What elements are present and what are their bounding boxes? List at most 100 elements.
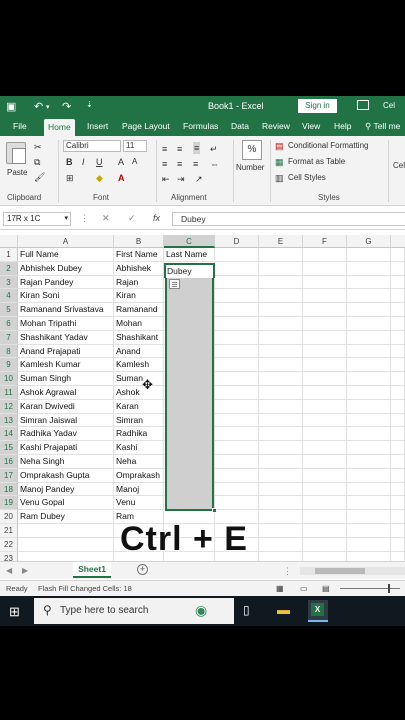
cell-b[interactable]: Anand bbox=[114, 344, 164, 359]
align-right-icon[interactable]: ≡ bbox=[193, 159, 198, 169]
format-as-table-button[interactable]: Format as Table bbox=[288, 157, 345, 166]
cell-h[interactable] bbox=[391, 441, 405, 455]
cell-h[interactable] bbox=[391, 289, 405, 304]
tell-me-search[interactable]: ⚲ Tell me bbox=[365, 121, 400, 132]
cell-d[interactable] bbox=[215, 482, 259, 497]
cell-h[interactable] bbox=[391, 455, 405, 469]
number-label[interactable]: Number bbox=[236, 163, 264, 172]
cell-a[interactable]: Manoj Pandey bbox=[18, 482, 114, 497]
row-header[interactable]: 9 bbox=[0, 358, 18, 373]
cell-f[interactable] bbox=[303, 344, 347, 359]
cell-a[interactable]: Kamlesh Kumar bbox=[18, 358, 114, 373]
cell-h[interactable] bbox=[391, 524, 405, 538]
cell-e[interactable] bbox=[259, 537, 303, 552]
cell-b[interactable]: Kashi bbox=[114, 441, 164, 455]
windows-start-icon[interactable]: ⊞ bbox=[9, 604, 20, 620]
cell-f[interactable] bbox=[303, 289, 347, 304]
conditional-formatting-button[interactable]: Conditional Formatting bbox=[288, 141, 368, 150]
format-painter-icon[interactable]: 🖌 bbox=[34, 172, 45, 182]
cancel-icon[interactable]: ✕ bbox=[102, 213, 110, 224]
cell-g[interactable] bbox=[347, 261, 391, 276]
row-header[interactable]: 17 bbox=[0, 468, 18, 483]
cell-a[interactable]: Anand Prajapati bbox=[18, 344, 114, 359]
cell-a[interactable]: Omprakash Gupta bbox=[18, 468, 114, 483]
flash-fill-options-icon[interactable] bbox=[169, 279, 180, 289]
select-all-corner[interactable] bbox=[0, 235, 18, 248]
cell-d[interactable] bbox=[215, 427, 259, 442]
cell-e[interactable] bbox=[259, 303, 303, 317]
row-header[interactable]: 3 bbox=[0, 275, 18, 290]
cell-d[interactable] bbox=[215, 261, 259, 276]
cell-a[interactable]: Simran Jaiswal bbox=[18, 413, 114, 428]
cell-a[interactable]: Ramanand Srivastava bbox=[18, 303, 114, 317]
row-header[interactable]: 5 bbox=[0, 303, 18, 317]
cell-g[interactable] bbox=[347, 413, 391, 428]
cell-d[interactable] bbox=[215, 399, 259, 414]
cell-g[interactable] bbox=[347, 358, 391, 373]
cell-b[interactable]: Omprakash bbox=[114, 468, 164, 483]
orientation-icon[interactable]: ↗ bbox=[195, 174, 203, 184]
increase-indent-icon[interactable]: ⇥ bbox=[177, 174, 185, 184]
cell-d[interactable] bbox=[215, 275, 259, 290]
increase-font-icon[interactable]: A bbox=[118, 157, 124, 167]
decrease-indent-icon[interactable]: ⇤ bbox=[162, 174, 170, 184]
cell-f[interactable] bbox=[303, 317, 347, 331]
scroll-right-icon[interactable]: ▶ bbox=[22, 566, 28, 576]
cell-f[interactable] bbox=[303, 455, 347, 469]
column-header-c[interactable]: C bbox=[164, 235, 215, 248]
cell-h[interactable] bbox=[391, 303, 405, 317]
borders-icon[interactable]: ⊞ bbox=[66, 173, 74, 183]
cell-a[interactable]: Neha Singh bbox=[18, 455, 114, 469]
cell-g[interactable] bbox=[347, 386, 391, 400]
row-header[interactable]: 20 bbox=[0, 510, 18, 524]
column-header-e[interactable]: E bbox=[259, 235, 303, 248]
cell-h[interactable] bbox=[391, 427, 405, 442]
row-header[interactable]: 6 bbox=[0, 317, 18, 331]
cell-d[interactable] bbox=[215, 303, 259, 317]
task-view-icon[interactable]: ▯ bbox=[243, 603, 250, 617]
cell-e[interactable] bbox=[259, 261, 303, 276]
horizontal-scrollbar[interactable] bbox=[300, 567, 405, 575]
cell-h[interactable] bbox=[391, 399, 405, 414]
cell-b[interactable]: Mohan bbox=[114, 317, 164, 331]
cell-e[interactable] bbox=[259, 482, 303, 497]
cell-d[interactable] bbox=[215, 330, 259, 345]
cell-c[interactable]: Last Name bbox=[164, 248, 215, 262]
cell-b[interactable]: Radhika bbox=[114, 427, 164, 442]
cell-g[interactable] bbox=[347, 496, 391, 511]
cell-g[interactable] bbox=[347, 303, 391, 317]
zoom-slider-thumb[interactable] bbox=[388, 584, 390, 593]
align-left-icon[interactable]: ≡ bbox=[162, 159, 167, 169]
row-header[interactable]: 7 bbox=[0, 330, 18, 345]
cell-b[interactable]: Rajan bbox=[114, 275, 164, 290]
tab-formulas[interactable]: Formulas bbox=[183, 121, 218, 131]
row-header[interactable]: 8 bbox=[0, 344, 18, 359]
cell-d[interactable] bbox=[215, 317, 259, 331]
tab-insert[interactable]: Insert bbox=[87, 121, 108, 131]
cell-e[interactable] bbox=[259, 344, 303, 359]
align-bottom-icon[interactable]: ≡ bbox=[193, 142, 201, 154]
cell-e[interactable] bbox=[259, 468, 303, 483]
paste-icon[interactable] bbox=[6, 142, 26, 164]
tab-data[interactable]: Data bbox=[231, 121, 249, 131]
copy-icon[interactable]: ⧉ bbox=[34, 157, 40, 167]
cell-d[interactable] bbox=[215, 344, 259, 359]
paste-label[interactable]: Paste bbox=[7, 168, 27, 177]
cell-h[interactable] bbox=[391, 358, 405, 373]
cell-e[interactable] bbox=[259, 358, 303, 373]
cell-a[interactable] bbox=[18, 524, 114, 538]
cell-d[interactable] bbox=[215, 372, 259, 386]
cell-e[interactable] bbox=[259, 372, 303, 386]
cell-b[interactable]: Ramanand bbox=[114, 303, 164, 317]
cell-f[interactable] bbox=[303, 427, 347, 442]
cell-g[interactable] bbox=[347, 248, 391, 262]
cell-g[interactable] bbox=[347, 344, 391, 359]
cell-b[interactable]: Karan bbox=[114, 399, 164, 414]
cell-f[interactable] bbox=[303, 482, 347, 497]
cell-e[interactable] bbox=[259, 317, 303, 331]
cell-f[interactable] bbox=[303, 303, 347, 317]
cell-g[interactable] bbox=[347, 427, 391, 442]
cell-b[interactable]: First Name bbox=[114, 248, 164, 262]
number-format-button[interactable]: % bbox=[242, 140, 262, 160]
align-middle-icon[interactable]: ≡ bbox=[177, 144, 182, 154]
